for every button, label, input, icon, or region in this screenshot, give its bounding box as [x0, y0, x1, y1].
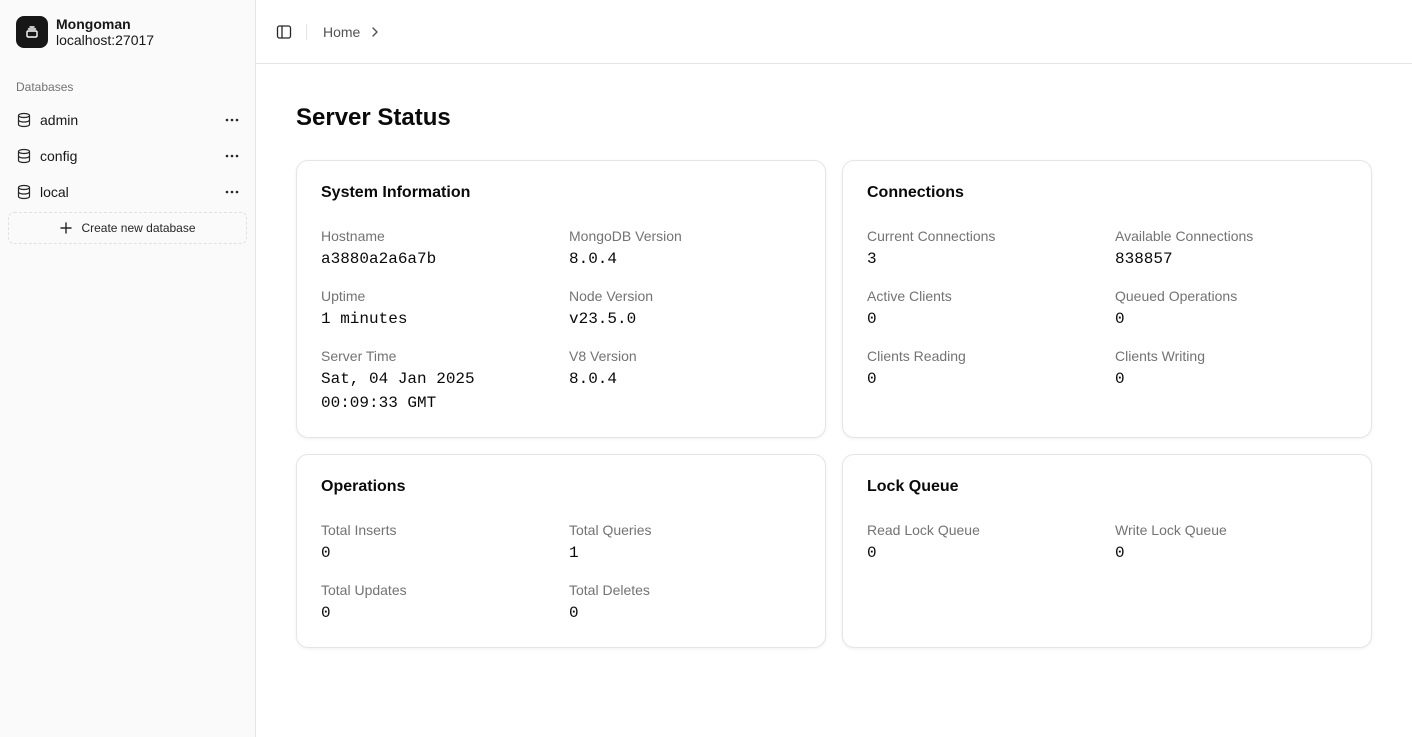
breadcrumb: Home [323, 24, 382, 40]
app-root: Mongoman localhost:27017 Databases admin [0, 0, 1412, 737]
more-horizontal-icon[interactable] [224, 148, 240, 164]
field-label: Total Queries [569, 522, 652, 538]
total-deletes-field: Total Deletes 0 [569, 582, 799, 625]
mongodb-version-field: MongoDB Version 8.0.4 [569, 228, 799, 271]
card-title: Lock Queue [867, 478, 959, 495]
field-label: Available Connections [1115, 228, 1254, 244]
field-label: Write Lock Queue [1115, 522, 1227, 538]
queued-operations-field: Queued Operations 0 [1115, 288, 1345, 331]
clients-reading-field: Clients Reading 0 [867, 348, 1097, 391]
page-title: Server Status [296, 104, 451, 131]
field-value: 0 [321, 544, 331, 562]
field-label: Server Time [321, 348, 397, 364]
field-label: V8 Version [569, 348, 637, 364]
more-horizontal-icon[interactable] [224, 112, 240, 128]
field-value: 8.0.4 [569, 250, 618, 268]
chevron-right-icon [368, 25, 382, 39]
databases-section-label: Databases [16, 80, 74, 94]
field-value: 0 [867, 544, 877, 562]
sidebar-item-label: local [40, 184, 69, 200]
field-label: Active Clients [867, 288, 952, 304]
system-information-card: System Information Hostname a3880a2a6a7b… [296, 160, 826, 438]
field-label: Clients Writing [1115, 348, 1205, 364]
field-value: 838857 [1115, 250, 1173, 268]
database-icon [16, 112, 32, 128]
write-lock-queue-field: Write Lock Queue 0 [1115, 522, 1345, 565]
lock-queue-card: Lock Queue Read Lock Queue 0 Write Lock … [842, 454, 1372, 648]
operations-card: Operations Total Inserts 0 Total Queries… [296, 454, 826, 648]
field-label: Node Version [569, 288, 654, 304]
total-inserts-field: Total Inserts 0 [321, 522, 551, 565]
node-version-field: Node Version v23.5.0 [569, 288, 799, 331]
brand-name: Mongoman [56, 16, 131, 32]
current-connections-field: Current Connections 3 [867, 228, 1097, 271]
card-title: Operations [321, 478, 406, 495]
clients-writing-field: Clients Writing 0 [1115, 348, 1345, 391]
field-label: Total Deletes [569, 582, 650, 598]
database-icon [16, 148, 32, 164]
field-value: 3 [867, 250, 877, 268]
create-database-label: Create new database [81, 221, 196, 235]
layers-icon [16, 16, 48, 48]
field-label: MongoDB Version [569, 228, 682, 244]
field-label: Queued Operations [1115, 288, 1238, 304]
field-value: a3880a2a6a7b [321, 250, 437, 268]
uptime-field: Uptime 1 minutes [321, 288, 551, 331]
total-updates-field: Total Updates 0 [321, 582, 551, 625]
field-value: 1 minutes [321, 310, 408, 328]
field-value: 0 [1115, 544, 1125, 562]
panel-left-icon[interactable] [274, 22, 294, 42]
sidebar-item-local[interactable]: local [8, 174, 248, 210]
field-value: 1 [569, 544, 579, 562]
field-value: v23.5.0 [569, 310, 637, 328]
field-value: 0 [867, 310, 877, 328]
card-title: System Information [321, 184, 471, 201]
v8-version-field: V8 Version 8.0.4 [569, 348, 799, 391]
field-value: Sat, 04 Jan 2025 00:09:33 GMT [321, 370, 475, 412]
brand-host: localhost:27017 [56, 32, 155, 48]
active-clients-field: Active Clients 0 [867, 288, 1097, 331]
field-label: Current Connections [867, 228, 996, 244]
topbar: Home [256, 0, 1412, 64]
total-queries-field: Total Queries 1 [569, 522, 799, 565]
field-value: 0 [1115, 370, 1125, 388]
create-database-button[interactable]: Create new database [8, 212, 247, 244]
topbar-divider [306, 23, 307, 40]
sidebar-item-label: config [40, 148, 78, 164]
connections-card: Connections Current Connections 3 Availa… [842, 160, 1372, 438]
brand[interactable]: Mongoman localhost:27017 [16, 16, 154, 48]
field-value: 8.0.4 [569, 370, 618, 388]
field-value: 0 [867, 370, 877, 388]
database-list: admin config local Create new database [8, 102, 248, 244]
field-label: Clients Reading [867, 348, 966, 364]
main-content: Home Server Status System Information Ho… [256, 0, 1412, 737]
field-label: Total Inserts [321, 522, 397, 538]
sidebar: Mongoman localhost:27017 Databases admin [0, 0, 256, 737]
more-horizontal-icon[interactable] [224, 184, 240, 200]
sidebar-item-config[interactable]: config [8, 138, 248, 174]
sidebar-item-label: admin [40, 112, 79, 128]
field-value: 0 [569, 604, 579, 622]
server-time-field: Server Time Sat, 04 Jan 2025 00:09:33 GM… [321, 348, 501, 415]
database-icon [16, 184, 32, 200]
sidebar-item-admin[interactable]: admin [8, 102, 248, 138]
field-label: Total Updates [321, 582, 407, 598]
read-lock-queue-field: Read Lock Queue 0 [867, 522, 1097, 565]
field-label: Hostname [321, 228, 385, 244]
available-connections-field: Available Connections 838857 [1115, 228, 1345, 271]
field-value: 0 [1115, 310, 1125, 328]
field-label: Read Lock Queue [867, 522, 980, 538]
field-value: 0 [321, 604, 331, 622]
card-title: Connections [867, 184, 964, 201]
field-label: Uptime [321, 288, 366, 304]
breadcrumb-home[interactable]: Home [323, 24, 360, 40]
plus-icon [59, 221, 73, 235]
hostname-field: Hostname a3880a2a6a7b [321, 228, 551, 271]
